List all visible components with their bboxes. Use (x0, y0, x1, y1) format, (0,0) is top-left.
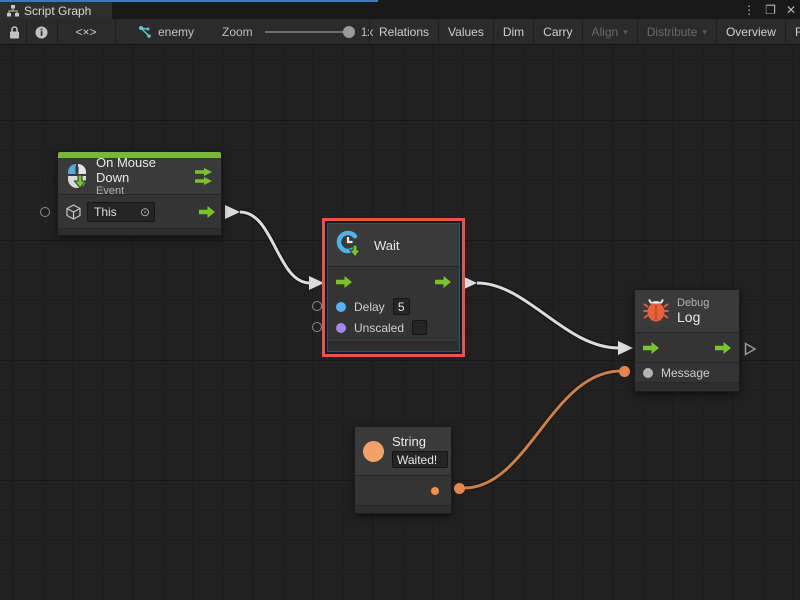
trigger-out-port[interactable] (195, 168, 213, 185)
gameobject-cube-icon (66, 204, 81, 220)
overview-button[interactable]: Overview (716, 19, 785, 45)
zoom-slider[interactable] (265, 31, 353, 33)
menu-icon[interactable]: ⋮ (743, 3, 755, 17)
node-title: Wait (374, 238, 400, 253)
graph-icon (138, 26, 152, 39)
node-string[interactable]: String Waited! (354, 426, 452, 514)
node-title: Log (677, 309, 731, 325)
target-field[interactable]: This ⊙ (87, 202, 155, 222)
chevron-down-icon: ▾ (623, 27, 628, 38)
connected-message-port[interactable] (619, 366, 630, 377)
wait-clock-icon (336, 230, 364, 260)
relations-button[interactable]: Relations (369, 19, 438, 45)
message-row: Message (635, 362, 739, 382)
string-value-field[interactable]: Waited! (392, 451, 448, 468)
close-icon[interactable]: ✕ (786, 3, 796, 17)
align-button: Align▾ (582, 19, 637, 45)
info-icon[interactable] (27, 19, 55, 45)
tab-script-graph[interactable]: Script Graph (0, 2, 112, 19)
graph-toolbar: <×> enemy Zoom 1x Relations Values Dim C… (0, 19, 800, 45)
node-title: On Mouse Down (96, 155, 187, 185)
unconnected-delay-port[interactable] (312, 301, 322, 311)
unconnected-target-port[interactable] (40, 207, 50, 217)
delay-label: Delay (354, 300, 385, 314)
selection-outline: Wait Delay 5 Unscaled (322, 218, 465, 357)
unconnected-flow-out-port[interactable] (744, 342, 757, 356)
wire-wait-to-log (477, 283, 619, 348)
delay-value-field[interactable]: 5 (393, 298, 410, 315)
unscaled-port[interactable] (336, 323, 346, 333)
zoom-label: Zoom (222, 25, 253, 39)
node-wait[interactable]: Wait Delay 5 Unscaled (327, 223, 460, 352)
wire-trigger-to-wait (240, 212, 310, 283)
message-label: Message (661, 366, 710, 380)
string-out-port[interactable] (431, 487, 439, 495)
fullscreen-button[interactable]: Full Screen (785, 19, 800, 45)
flow-in-port[interactable] (643, 342, 659, 354)
bug-icon (643, 298, 669, 324)
zoom-slider-knob[interactable] (343, 26, 355, 38)
dim-button[interactable]: Dim (493, 19, 533, 45)
graph-name-group[interactable]: enemy (138, 19, 194, 45)
object-picker-icon[interactable]: ⊙ (140, 205, 150, 219)
graph-name-label: enemy (158, 25, 194, 39)
window-controls: ⋮ ❐ ✕ (743, 1, 796, 19)
flow-in-port[interactable] (336, 276, 352, 288)
flow-out-port[interactable] (435, 276, 451, 288)
delay-port[interactable] (336, 302, 346, 312)
zoom-control: Zoom 1x (222, 19, 373, 45)
code-view-icon[interactable]: <×> (58, 19, 114, 45)
graph-canvas[interactable]: On Mouse Down Event This ⊙ (0, 45, 800, 600)
string-type-icon (363, 441, 384, 462)
unscaled-checkbox[interactable] (412, 320, 427, 335)
unscaled-row: Unscaled (328, 317, 459, 338)
target-value: This (94, 205, 140, 219)
node-kicker: Debug (677, 297, 731, 309)
chevron-down-icon: ▾ (702, 27, 707, 38)
unscaled-label: Unscaled (354, 321, 404, 335)
values-button[interactable]: Values (438, 19, 493, 45)
flow-out-port[interactable] (199, 206, 215, 218)
delay-row: Delay 5 (328, 296, 459, 317)
node-debug-log[interactable]: Debug Log Message (634, 289, 740, 392)
node-on-mouse-down[interactable]: On Mouse Down Event This ⊙ (57, 151, 222, 236)
wire-arrowhead (618, 341, 633, 355)
tab-title: Script Graph (24, 4, 91, 18)
wire-string-to-message (464, 371, 621, 488)
connected-string-out-port[interactable] (454, 483, 465, 494)
script-graph-window: Script Graph ⋮ ❐ ✕ <×> (0, 0, 800, 600)
toolbar-buttons: Relations Values Dim Carry Align▾ Distri… (369, 19, 800, 45)
carry-button[interactable]: Carry (533, 19, 581, 45)
node-title: String (392, 434, 448, 449)
unconnected-unscaled-port[interactable] (312, 322, 322, 332)
message-port[interactable] (643, 368, 653, 378)
lock-icon[interactable] (4, 19, 24, 45)
mouse-icon (66, 163, 88, 189)
distribute-button: Distribute▾ (637, 19, 716, 45)
maximize-icon[interactable]: ❐ (765, 3, 776, 17)
tab-bar: Script Graph ⋮ ❐ ✕ (0, 0, 800, 19)
wire-source-cap (225, 205, 240, 219)
node-subtitle: Event (96, 185, 187, 197)
flow-out-port[interactable] (715, 342, 731, 354)
hierarchy-icon (7, 5, 19, 17)
